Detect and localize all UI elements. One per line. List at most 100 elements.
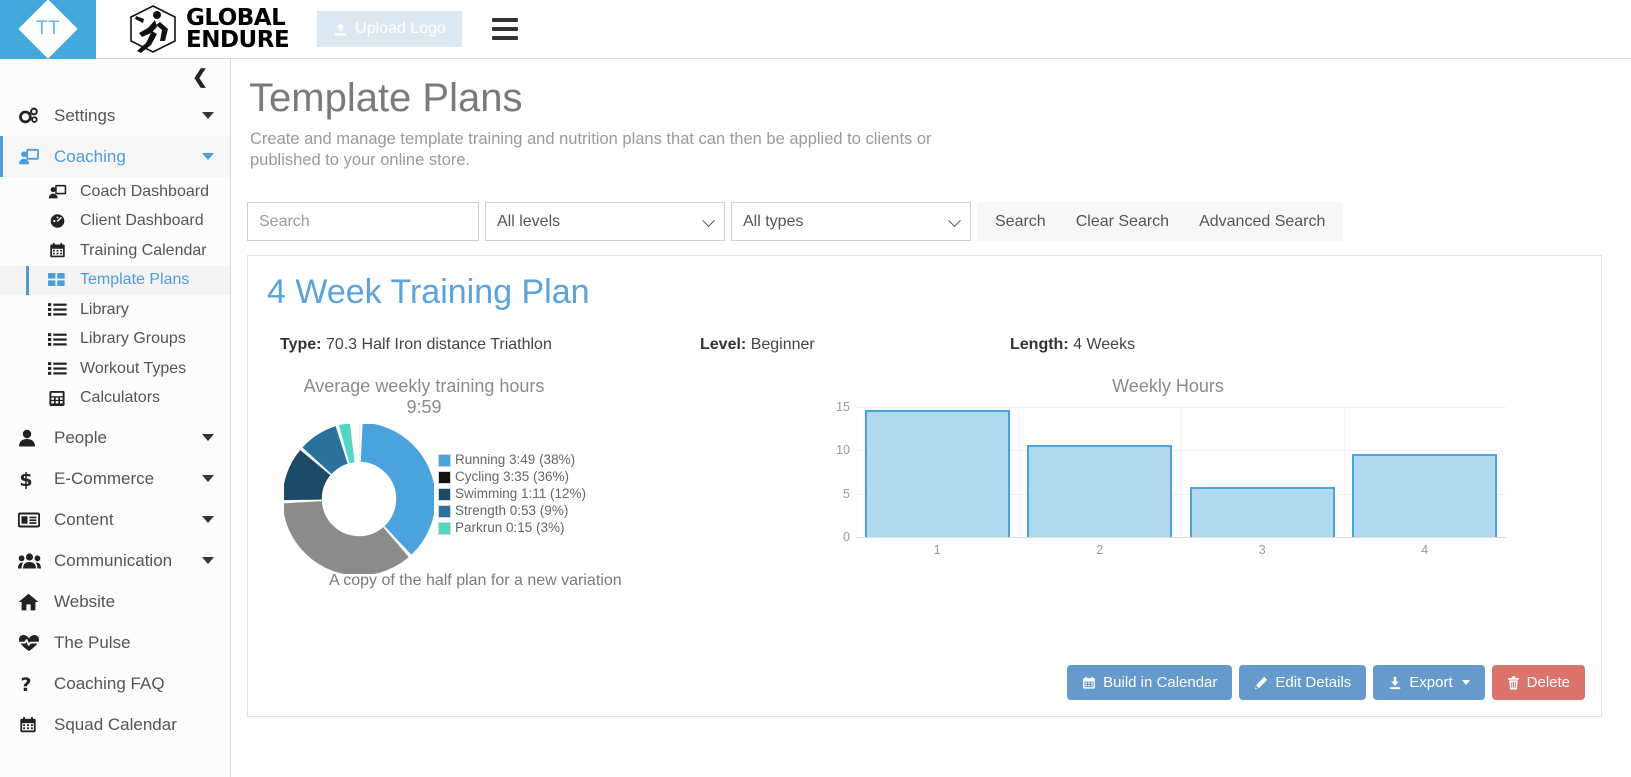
legend-swatch-strength — [438, 504, 451, 518]
download-icon — [1390, 676, 1401, 689]
users-icon — [18, 552, 44, 569]
sidebar-subitem-label: Library — [80, 300, 129, 318]
sidebar-item-content[interactable]: Content — [0, 499, 230, 540]
bar-slot — [1181, 407, 1344, 537]
plan-type-value: 70.3 Half Iron distance Triathlon — [325, 336, 552, 353]
y-tick-label: 5 — [843, 486, 850, 501]
sidebar-item-coach-dashboard[interactable]: Coach Dashboard — [0, 177, 230, 207]
x-tick-label: 1 — [933, 543, 941, 557]
sidebar-item-training-calendar[interactable]: Training Calendar — [0, 236, 230, 266]
type-filter-value: All types — [743, 212, 804, 230]
plan-meta-type: Type: 70.3 Half Iron distance Triathlon — [280, 336, 700, 354]
upload-logo-label: Upload Logo — [355, 20, 446, 37]
diamond-logo-icon: TT — [18, 0, 78, 59]
sidebar-item-coaching-faq[interactable]: ? Coaching FAQ — [0, 663, 230, 704]
donut-chart-title: Average weekly training hours 9:59 — [303, 376, 545, 417]
calendar-icon — [1083, 676, 1096, 689]
bar-slot — [1019, 407, 1182, 537]
chevron-left-icon: ❮ — [192, 66, 208, 88]
sidebar-item-calculators[interactable]: Calculators — [0, 384, 230, 414]
sidebar-item-settings[interactable]: Settings — [0, 95, 230, 136]
export-button[interactable]: Export — [1373, 665, 1485, 700]
bar-week-3[interactable] — [1189, 486, 1335, 537]
sidebar-item-squad-calendar[interactable]: Squad Calendar — [0, 704, 230, 745]
donut-row: Running 3:49 (38%) Cycling 3:35 (36%) Sw… — [284, 424, 804, 574]
calculator-icon — [48, 390, 72, 407]
sidebar-item-label: Content — [54, 509, 114, 529]
y-tick-label: 10 — [836, 443, 850, 458]
bar-week-2[interactable] — [1027, 445, 1173, 537]
hamburger-bar — [491, 18, 518, 22]
legend-swatch-running — [438, 453, 451, 467]
coach-screen-icon — [18, 148, 44, 166]
bar-week-1[interactable] — [864, 409, 1010, 537]
sidebar-item-people[interactable]: People — [0, 417, 230, 458]
sidebar-subitem-label: Workout Types — [80, 359, 187, 377]
brand-line-1: GLOBAL — [186, 5, 286, 31]
upload-logo-button[interactable]: Upload Logo — [317, 11, 462, 47]
search-button[interactable]: Search — [995, 213, 1046, 231]
top-bar: TT GLOBAL ENDURE Upload Logo — [0, 0, 1631, 59]
home-icon — [18, 593, 44, 611]
button-label: Build in Calendar — [1103, 674, 1218, 691]
sidebar-subitem-label: Client Dashboard — [80, 212, 204, 230]
edit-details-button[interactable]: Edit Details — [1239, 665, 1367, 700]
plan-meta-row: Type: 70.3 Half Iron distance Triathlon … — [280, 336, 1601, 354]
heartbeat-icon — [18, 634, 44, 652]
app-logo-tile[interactable]: TT — [0, 0, 96, 59]
sidebar-item-e-commerce[interactable]: $ E-Commerce — [0, 458, 230, 499]
legend-item: Cycling 3:35 (36%) — [438, 469, 586, 485]
sidebar-item-label: Coaching FAQ — [54, 673, 165, 693]
sidebar-item-library[interactable]: Library — [0, 295, 230, 325]
search-actions: Search Clear Search Advanced Search — [977, 202, 1344, 241]
chevron-down-icon — [202, 112, 214, 119]
bar-chart-plot: 15 10 5 0 1 2 3 4 — [836, 400, 1506, 557]
chevron-down-icon — [202, 557, 214, 564]
svg-text:$: $ — [19, 469, 32, 489]
button-label: Export — [1409, 674, 1453, 691]
coach-screen-icon — [48, 184, 72, 200]
sidebar-item-client-dashboard[interactable]: Client Dashboard — [0, 207, 230, 237]
legend-item: Running 3:49 (38%) — [438, 452, 586, 468]
sidebar-subitem-label: Training Calendar — [80, 241, 207, 259]
weekly-hours-bar-chart: Weekly Hours 15 10 5 0 1 2 3 4 — [818, 376, 1518, 557]
type-filter-select[interactable]: All types — [731, 202, 971, 241]
sidebar-item-library-groups[interactable]: Library Groups — [0, 325, 230, 355]
clear-search-button[interactable]: Clear Search — [1076, 213, 1169, 231]
question-icon: ? — [18, 674, 44, 694]
build-in-calendar-button[interactable]: Build in Calendar — [1067, 665, 1233, 700]
sidebar-item-template-plans[interactable]: Template Plans — [0, 265, 230, 295]
list-icon — [48, 361, 72, 376]
legend-swatch-parkrun — [438, 521, 451, 535]
sidebar-item-workout-types[interactable]: Workout Types — [0, 354, 230, 384]
calendar-icon — [48, 242, 72, 259]
person-icon — [18, 429, 44, 447]
sidebar-collapse-button[interactable]: ❮ — [0, 59, 230, 95]
bar-week-4[interactable] — [1352, 453, 1498, 537]
plan-card: 4 Week Training Plan Type: 70.3 Half Iro… — [247, 255, 1602, 717]
x-tick-label: 4 — [1421, 543, 1429, 557]
dollar-icon: $ — [18, 469, 44, 489]
legend-label: Strength 0:53 (9%) — [455, 503, 569, 518]
button-label: Edit Details — [1275, 674, 1352, 691]
level-filter-select[interactable]: All levels — [485, 202, 725, 241]
plan-title[interactable]: 4 Week Training Plan — [267, 273, 1601, 312]
search-input[interactable] — [247, 202, 479, 241]
sidebar-item-website[interactable]: Website — [0, 581, 230, 622]
brand-line-2: ENDURE — [186, 27, 290, 53]
legend-label: Swimming 1:11 (12%) — [455, 486, 587, 501]
sidebar-item-communication[interactable]: Communication — [0, 540, 230, 581]
sidebar-item-label: People — [54, 427, 107, 447]
sidebar-item-the-pulse[interactable]: The Pulse — [0, 622, 230, 663]
advanced-search-button[interactable]: Advanced Search — [1199, 213, 1325, 231]
sidebar-item-coaching[interactable]: Coaching — [0, 136, 230, 177]
hamburger-icon[interactable] — [491, 18, 518, 40]
sidebar-subitem-label: Coach Dashboard — [80, 182, 209, 200]
gauge-icon — [48, 213, 72, 229]
hamburger-bar — [491, 36, 518, 40]
plan-note: A copy of the half plan for a new variat… — [329, 572, 622, 589]
delete-button[interactable]: Delete — [1491, 665, 1585, 700]
chevron-down-icon — [202, 475, 214, 482]
logo-initials: TT — [35, 18, 61, 39]
list-icon — [48, 332, 72, 347]
